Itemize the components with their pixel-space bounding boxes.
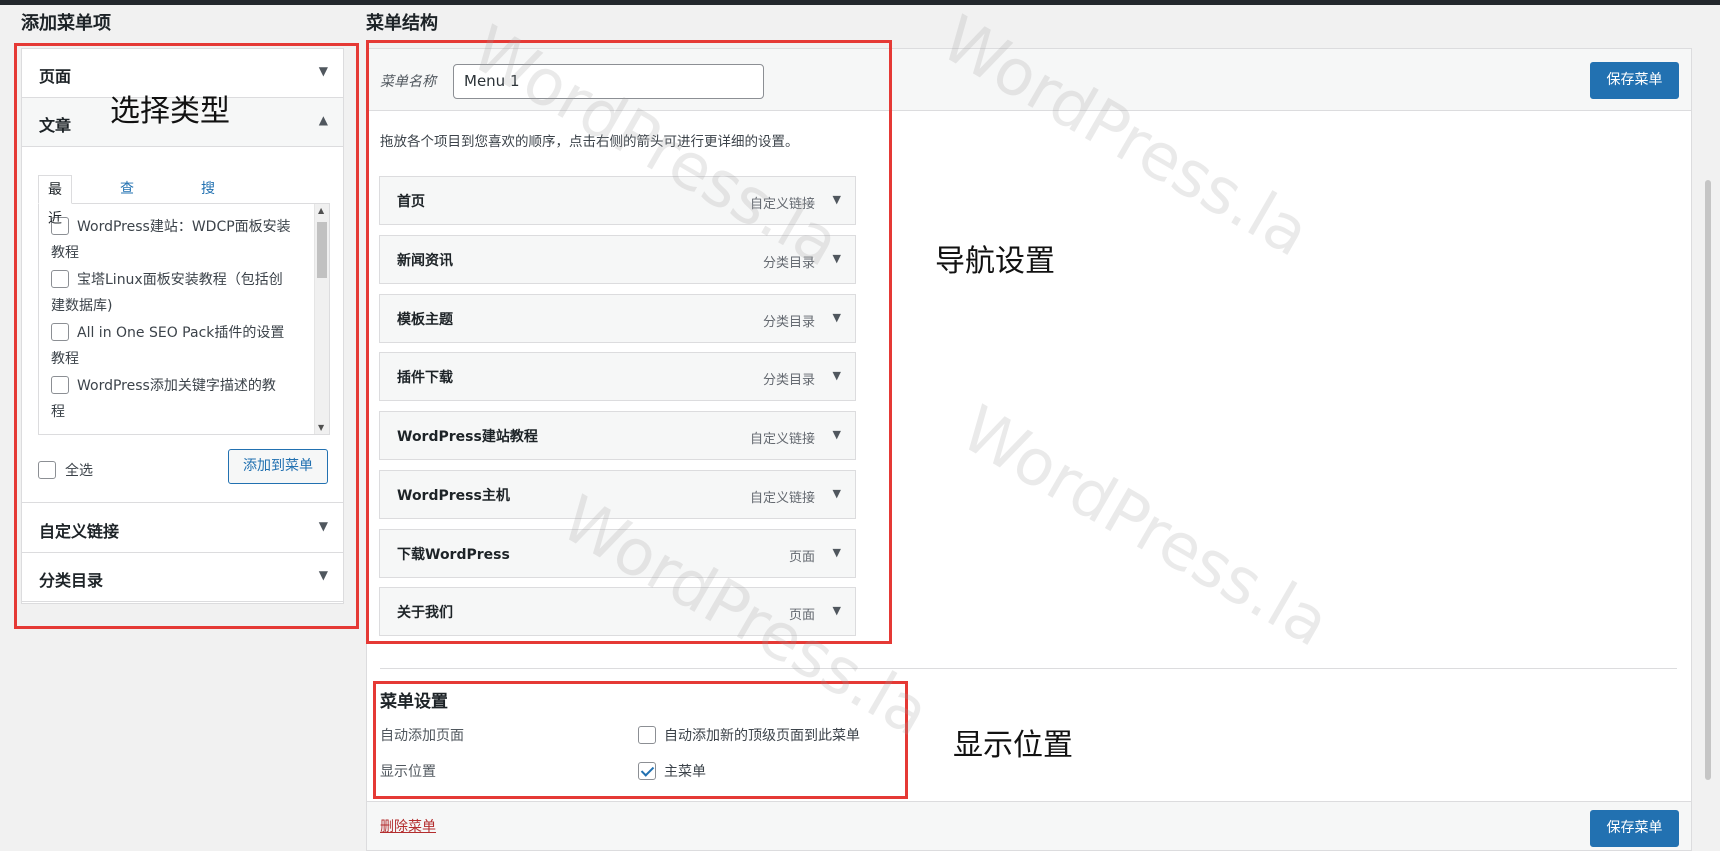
menu-structure-heading: 菜单结构 <box>366 13 438 34</box>
save-menu-button-bottom[interactable]: 保存菜单 <box>1590 810 1679 847</box>
delete-menu-link[interactable]: 删除菜单 <box>380 816 436 836</box>
menu-footer: 删除菜单 保存菜单 <box>367 801 1691 850</box>
settings-divider <box>380 668 1677 669</box>
tab-recent[interactable]: 最近 <box>38 175 72 227</box>
annotation-box-select-type <box>14 43 359 629</box>
save-menu-button[interactable]: 保存菜单 <box>1590 62 1679 99</box>
annotation-display-location: 显示位置 <box>953 728 1073 763</box>
annotation-nav-settings: 导航设置 <box>935 244 1055 279</box>
page-scrollbar[interactable] <box>1705 180 1711 780</box>
annotation-select-type: 选择类型 <box>110 94 230 129</box>
add-menu-items-heading: 添加菜单项 <box>21 13 111 34</box>
admin-top-bar <box>0 0 1720 5</box>
